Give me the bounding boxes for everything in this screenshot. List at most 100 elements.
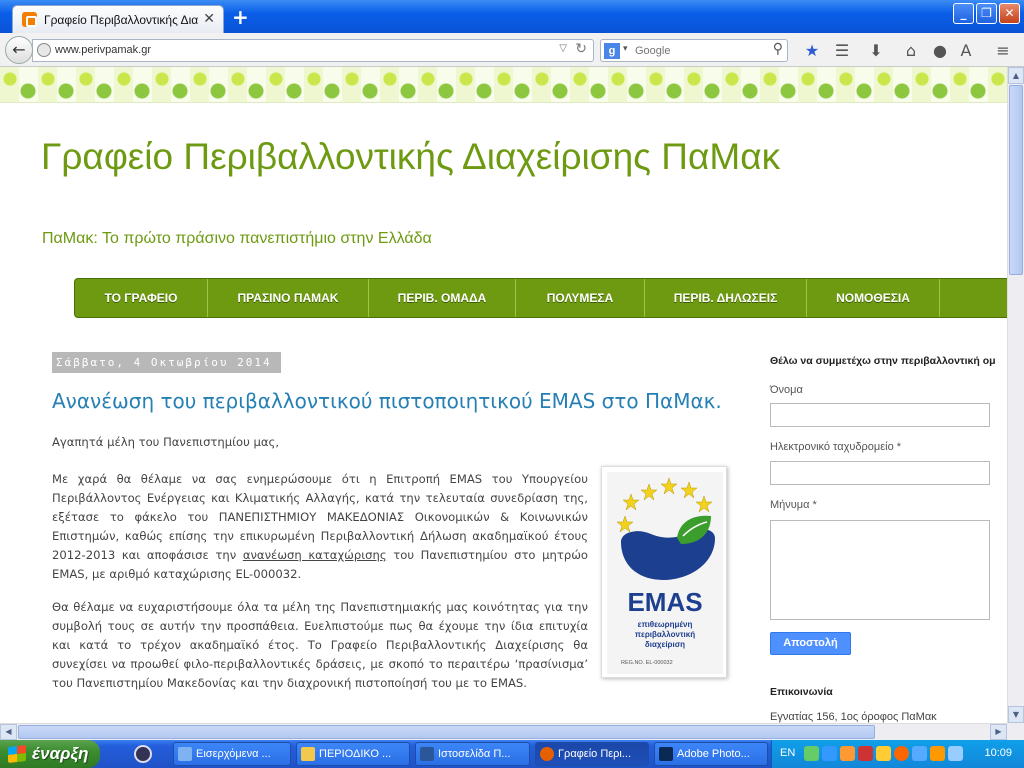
folder-icon bbox=[301, 747, 315, 761]
name-field[interactable] bbox=[770, 403, 990, 427]
close-window-icon[interactable]: ✕ bbox=[999, 3, 1020, 24]
vertical-scrollbar[interactable]: ▲ ▼ bbox=[1007, 67, 1024, 723]
tray-app-icon[interactable] bbox=[858, 746, 873, 761]
tray-app-icon[interactable] bbox=[822, 746, 837, 761]
scroll-right-icon[interactable]: ▶ bbox=[990, 724, 1007, 740]
quicklaunch-icon[interactable] bbox=[134, 745, 152, 763]
emas-subtitle-line-3: διαχείριση bbox=[644, 640, 686, 649]
emas-reg-number: REG.NO. EL-000032 bbox=[621, 660, 673, 666]
browser-titlebar: Γραφείο Περιβαλλοντικής Δια ✕ + _ ❐ ✕ bbox=[0, 0, 1024, 33]
windows-logo-icon bbox=[8, 745, 26, 763]
main-menu: ΤΟ ΓΡΑΦΕΙΟ ΠΡΑΣΙΝΟ ΠΑΜΑΚ ΠΕΡΙΒ. ΟΜΑΔΑ ΠΟ… bbox=[74, 278, 1007, 318]
task-folder[interactable]: ΠΕΡΙΟΔΙΚΟ ... bbox=[296, 742, 410, 766]
task-label: Γραφείο Περι... bbox=[558, 748, 632, 760]
emas-label: EMAS bbox=[627, 587, 703, 617]
home-icon[interactable]: ⌂ bbox=[901, 41, 921, 61]
emas-logo-inner: EMAS επιθεωρημένη περιβαλλοντική διαχείρ… bbox=[607, 472, 723, 674]
post-title[interactable]: Ανανέωση του περιβαλλοντικού πιστοποιητι… bbox=[52, 389, 722, 413]
vertical-scroll-thumb[interactable] bbox=[1009, 85, 1023, 275]
task-label: Adobe Photo... bbox=[677, 748, 750, 760]
address-bar[interactable]: www.perivpamak.gr ▽ ↻ bbox=[32, 39, 594, 62]
contact-address: Εγνατίας 156, 1ος όροφος ΠαΜακ bbox=[770, 711, 937, 723]
search-icon[interactable]: ⚲ bbox=[773, 41, 783, 57]
bookmark-star-icon[interactable]: ★ bbox=[802, 41, 822, 61]
browser-navbar: www.perivpamak.gr ▽ ↻ ← g ▾ ⚲ ★ ☰ ⬇ ⌂ ● … bbox=[0, 33, 1024, 67]
scroll-left-icon[interactable]: ◀ bbox=[0, 724, 17, 740]
menu-item-office[interactable]: ΤΟ ΓΡΑΦΕΙΟ bbox=[75, 279, 208, 317]
task-firefox[interactable]: Γραφείο Περι... bbox=[535, 742, 649, 766]
tray-app-icon[interactable] bbox=[840, 746, 855, 761]
web-page: Γραφείο Περιβαλλοντικής Διαχείρισης ΠαΜα… bbox=[0, 67, 1007, 723]
scroll-down-icon[interactable]: ▼ bbox=[1008, 706, 1024, 723]
photoshop-icon bbox=[659, 747, 673, 761]
email-field[interactable] bbox=[770, 461, 990, 485]
minimize-icon[interactable]: _ bbox=[953, 3, 974, 24]
horizontal-scrollbar[interactable]: ◀ ▶ bbox=[0, 723, 1007, 740]
emas-emblem-icon bbox=[616, 477, 715, 580]
contact-form-heading: Θέλω να συμμετέχω στην περιβαλλοντική ομ bbox=[770, 355, 996, 367]
reload-icon[interactable]: ↻ bbox=[575, 41, 587, 57]
back-button[interactable]: ← bbox=[5, 36, 33, 64]
name-label: Όνομα bbox=[770, 384, 803, 396]
back-arrow-icon: ← bbox=[12, 40, 26, 59]
task-photoshop[interactable]: Adobe Photo... bbox=[654, 742, 768, 766]
clock: 10:09 bbox=[984, 747, 1012, 759]
task-label: Ιστοσελίδα Π... bbox=[438, 748, 511, 760]
task-label: Εισερχόμενα ... bbox=[196, 748, 271, 760]
mail-icon bbox=[178, 747, 192, 761]
emas-subtitle: επιθεωρημένη περιβαλλοντική διαχείριση bbox=[607, 620, 723, 650]
menu-item-env-statements[interactable]: ΠΕΡΙΒ. ΔΗΛΩΣΕΙΣ bbox=[645, 279, 807, 317]
recycle-banner bbox=[0, 67, 1007, 103]
browser-tab[interactable]: Γραφείο Περιβαλλοντικής Δια ✕ bbox=[12, 5, 224, 33]
language-indicator[interactable]: EN bbox=[780, 747, 795, 759]
volume-icon[interactable] bbox=[948, 746, 963, 761]
scroll-up-icon[interactable]: ▲ bbox=[1008, 67, 1024, 84]
post-greeting: Αγαπητά μέλη του Πανεπιστημίου μας, bbox=[52, 435, 280, 449]
tray-app-icon[interactable] bbox=[804, 746, 819, 761]
post-body: Αγαπητά μέλη του Πανεπιστημίου μας, Με χ… bbox=[52, 433, 588, 602]
menu-item-env-team[interactable]: ΠΕΡΙΒ. ΟΜΑΔΑ bbox=[369, 279, 516, 317]
task-word[interactable]: Ιστοσελίδα Π... bbox=[415, 742, 530, 766]
globe-icon bbox=[37, 43, 51, 57]
download-icon[interactable]: ⬇ bbox=[866, 41, 886, 61]
send-button[interactable]: Αποστολή bbox=[770, 632, 851, 655]
blogger-favicon-icon bbox=[22, 12, 37, 27]
blog-description: ΠαΜακ: Το πρώτο πράσινο πανεπιστήμιο στη… bbox=[42, 230, 432, 247]
url-dropdown-icon[interactable]: ▽ bbox=[559, 43, 567, 54]
menu-icon[interactable]: ≡ bbox=[993, 41, 1013, 61]
post-paragraph-1: Με χαρά θα θέλαμε να σας ενημερώσουμε ότ… bbox=[52, 470, 588, 584]
message-label: Μήνυμα * bbox=[770, 499, 817, 511]
search-input[interactable] bbox=[635, 43, 755, 59]
task-inbox[interactable]: Εισερχόμενα ... bbox=[173, 742, 291, 766]
reading-list-icon[interactable]: ☰ bbox=[832, 41, 852, 61]
start-label: έναρξη bbox=[32, 744, 89, 763]
post-date: Σάββατο, 4 Οκτωβρίου 2014 bbox=[52, 352, 281, 373]
restore-icon[interactable]: ❐ bbox=[976, 3, 997, 24]
emas-logo-image[interactable]: EMAS επιθεωρημένη περιβαλλοντική διαχείρ… bbox=[601, 466, 727, 678]
network-icon[interactable] bbox=[912, 746, 927, 761]
taskbar: έναρξη Εισερχόμενα ... ΠΕΡΙΟΔΙΚΟ ... Ιστ… bbox=[0, 740, 1024, 768]
new-tab-icon[interactable]: + bbox=[232, 5, 249, 29]
translate-icon[interactable]: A bbox=[956, 41, 976, 61]
word-document-icon bbox=[420, 747, 434, 761]
message-field[interactable] bbox=[770, 520, 990, 620]
search-bar[interactable]: g ▾ ⚲ bbox=[600, 39, 788, 62]
addon-icon[interactable]: ● bbox=[930, 41, 950, 61]
post-paragraph-2: Θα θέλαμε να ευχαριστήσουμε όλα τα μέλη … bbox=[52, 600, 588, 690]
shield-icon[interactable] bbox=[876, 746, 891, 761]
menu-item-multimedia[interactable]: ΠΟΛΥΜΕΣΑ bbox=[516, 279, 645, 317]
menu-item-green-pamak[interactable]: ΠΡΑΣΙΝΟ ΠΑΜΑΚ bbox=[208, 279, 369, 317]
start-button[interactable]: έναρξη bbox=[0, 740, 100, 768]
task-label: ΠΕΡΙΟΔΙΚΟ ... bbox=[319, 748, 392, 760]
horizontal-scroll-thumb[interactable] bbox=[18, 725, 875, 739]
search-engine-dropdown-icon[interactable]: ▾ bbox=[623, 44, 628, 54]
renewal-link[interactable]: ανανέωση καταχώρισης bbox=[243, 548, 387, 562]
email-label: Ηλεκτρονικό ταχυδρομείο * bbox=[770, 441, 902, 453]
tray-app-icon[interactable] bbox=[930, 746, 945, 761]
tray-app-icon[interactable] bbox=[894, 746, 909, 761]
emas-subtitle-line-2: περιβαλλοντική bbox=[634, 630, 696, 639]
blog-title[interactable]: Γραφείο Περιβαλλοντικής Διαχείρισης ΠαΜα… bbox=[41, 136, 780, 178]
scrollbar-corner bbox=[1007, 723, 1024, 740]
tab-close-icon[interactable]: ✕ bbox=[203, 11, 215, 27]
menu-item-legislation[interactable]: ΝΟΜΟΘΕΣΙΑ bbox=[807, 279, 940, 317]
